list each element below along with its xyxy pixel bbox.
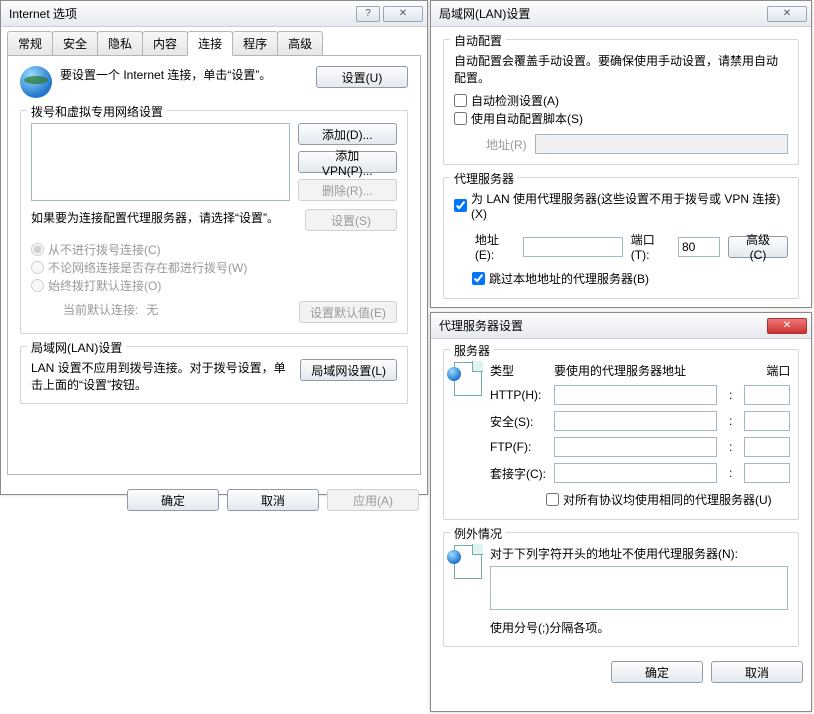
tab-advanced[interactable]: 高级	[277, 31, 323, 56]
setup-button[interactable]: 设置(U)	[316, 66, 408, 88]
proxy-row-label: 套接字(C):	[490, 465, 546, 482]
proxy-group: 代理服务器 为 LAN 使用代理服务器(这些设置不用于拨号或 VPN 连接)(X…	[443, 177, 799, 299]
tab-programs[interactable]: 程序	[232, 31, 278, 56]
proxy-row-label: FTP(F):	[490, 440, 546, 454]
col-addr: 要使用的代理服务器地址	[554, 362, 736, 379]
server-icon	[454, 362, 482, 396]
set-default-button[interactable]: 设置默认值(E)	[299, 301, 397, 323]
tab-privacy[interactable]: 隐私	[97, 31, 143, 56]
close-button[interactable]: ✕	[767, 6, 807, 22]
chk-autodetect[interactable]: 自动检测设置(A)	[454, 92, 559, 109]
dialog-title: 局域网(LAN)设置	[439, 5, 764, 22]
chk-bypass[interactable]: 跳过本地地址的代理服务器(B)	[472, 270, 649, 287]
exceptions-input[interactable]	[490, 566, 788, 610]
dialog-title: 代理服务器设置	[439, 317, 764, 334]
proxy-row: HTTP(H)::	[490, 385, 790, 405]
intro-text: 要设置一个 Internet 连接，单击“设置”。	[60, 66, 308, 83]
proxy-port-input[interactable]	[744, 437, 790, 457]
proxy-row: FTP(F)::	[490, 437, 790, 457]
titlebar: Internet 选项 ? ✕	[1, 1, 427, 27]
proxy-port-input[interactable]	[744, 385, 790, 405]
chk-same-proxy[interactable]: 对所有协议均使用相同的代理服务器(U)	[546, 491, 772, 508]
tab-body: 要设置一个 Internet 连接，单击“设置”。 设置(U) 拨号和虚拟专用网…	[7, 55, 421, 475]
help-button[interactable]: ?	[356, 6, 380, 22]
script-addr-input[interactable]	[535, 134, 788, 154]
titlebar: 局域网(LAN)设置 ✕	[431, 1, 811, 27]
exceptions-icon	[454, 545, 482, 579]
lan-settings-dialog: 局域网(LAN)设置 ✕ 自动配置 自动配置会覆盖手动设置。要确保使用手动设置，…	[430, 0, 812, 308]
servers-legend: 服务器	[450, 342, 494, 359]
chk-autoscript[interactable]: 使用自动配置脚本(S)	[454, 110, 583, 127]
tabstrip: 常规 安全 隐私 内容 连接 程序 高级	[1, 27, 427, 55]
autoconfig-group: 自动配置 自动配置会覆盖手动设置。要确保使用手动设置，请禁用自动配置。 自动检测…	[443, 39, 799, 165]
proxy-addr-input[interactable]	[523, 237, 623, 257]
exceptions-group: 例外情况 对于下列字符开头的地址不使用代理服务器(N): 使用分号(;)分隔各项…	[443, 532, 799, 647]
connection-list[interactable]	[31, 123, 290, 201]
proxy-legend: 代理服务器	[450, 170, 518, 187]
globe-icon	[20, 66, 52, 98]
radio-whenever: 不论网络连接是否存在都进行拨号(W)	[31, 259, 247, 276]
dialup-legend: 拨号和虚拟专用网络设置	[27, 103, 167, 120]
remove-button[interactable]: 删除(R)...	[298, 179, 397, 201]
add-vpn-button[interactable]: 添加 VPN(P)...	[298, 151, 397, 173]
autoconfig-text: 自动配置会覆盖手动设置。要确保使用手动设置，请禁用自动配置。	[454, 52, 788, 86]
exceptions-hint: 使用分号(;)分隔各项。	[490, 619, 788, 636]
default-label: 当前默认连接:	[63, 301, 138, 318]
add-button[interactable]: 添加(D)...	[298, 123, 397, 145]
col-type: 类型	[490, 362, 546, 379]
lan-text: LAN 设置不应用到拨号连接。对于拨号设置，单击上面的“设置”按钮。	[31, 359, 292, 393]
dialog-title: Internet 选项	[9, 5, 353, 22]
proxy-row-label: 安全(S):	[490, 413, 546, 430]
close-button[interactable]: ✕	[383, 6, 423, 22]
exceptions-legend: 例外情况	[450, 525, 506, 542]
radio-always: 始终拨打默认连接(O)	[31, 277, 161, 294]
proxy-row: 套接字(C)::	[490, 463, 790, 483]
internet-options-dialog: Internet 选项 ? ✕ 常规 安全 隐私 内容 连接 程序 高级 要设置…	[0, 0, 428, 495]
proxy-row-label: HTTP(H):	[490, 388, 546, 402]
proxy-addr-input[interactable]	[554, 411, 717, 431]
autoconfig-legend: 自动配置	[450, 32, 506, 49]
chk-useproxy[interactable]: 为 LAN 使用代理服务器(这些设置不用于拨号或 VPN 连接)(X)	[454, 190, 788, 221]
lan-settings-button[interactable]: 局域网设置(L)	[300, 359, 397, 381]
dialog-buttons: 确定 取消 应用(A)	[1, 481, 427, 519]
radio-never: 从不进行拨号连接(C)	[31, 241, 161, 258]
proxy-addr-label: 地址(E):	[475, 231, 515, 262]
exceptions-text: 对于下列字符开头的地址不使用代理服务器(N):	[490, 545, 788, 562]
cancel-button[interactable]: 取消	[711, 661, 803, 683]
lan-group: 局域网(LAN)设置 LAN 设置不应用到拨号连接。对于拨号设置，单击上面的“设…	[20, 346, 408, 404]
default-value: 无	[146, 301, 158, 318]
close-button[interactable]: ✕	[767, 318, 807, 334]
lan-legend: 局域网(LAN)设置	[27, 339, 126, 356]
proxy-port-input[interactable]	[744, 411, 790, 431]
proxy-port-label: 端口(T):	[631, 231, 670, 262]
dialup-group: 拨号和虚拟专用网络设置 添加(D)... 添加 VPN(P)... 删除(R).…	[20, 110, 408, 334]
ok-button[interactable]: 确定	[127, 489, 219, 511]
ok-button[interactable]: 确定	[611, 661, 703, 683]
proxy-addr-input[interactable]	[554, 437, 717, 457]
script-addr-label: 地址(R)	[486, 136, 527, 153]
proxy-settings-dialog: 代理服务器设置 ✕ 服务器 类型 要使用的代理服务器地址 端口 HTTP(H):…	[430, 312, 812, 712]
servers-group: 服务器 类型 要使用的代理服务器地址 端口 HTTP(H)::安全(S)::FT…	[443, 349, 799, 520]
proxy-port-input[interactable]	[678, 237, 720, 257]
proxy-port-input[interactable]	[744, 463, 790, 483]
dialog-buttons: 确定 取消	[431, 653, 811, 691]
proxy-addr-input[interactable]	[554, 463, 717, 483]
tab-content[interactable]: 内容	[142, 31, 188, 56]
col-port: 端口	[744, 362, 790, 379]
cancel-button[interactable]: 取消	[227, 489, 319, 511]
proxy-hint: 如果要为连接配置代理服务器，请选择“设置”。	[31, 209, 297, 226]
apply-button[interactable]: 应用(A)	[327, 489, 419, 511]
tab-connections[interactable]: 连接	[187, 31, 233, 56]
tab-general[interactable]: 常规	[7, 31, 53, 56]
proxy-row: 安全(S)::	[490, 411, 790, 431]
dial-settings-button[interactable]: 设置(S)	[305, 209, 397, 231]
titlebar: 代理服务器设置 ✕	[431, 313, 811, 339]
proxy-addr-input[interactable]	[554, 385, 717, 405]
tab-security[interactable]: 安全	[52, 31, 98, 56]
advanced-button[interactable]: 高级(C)	[728, 236, 788, 258]
